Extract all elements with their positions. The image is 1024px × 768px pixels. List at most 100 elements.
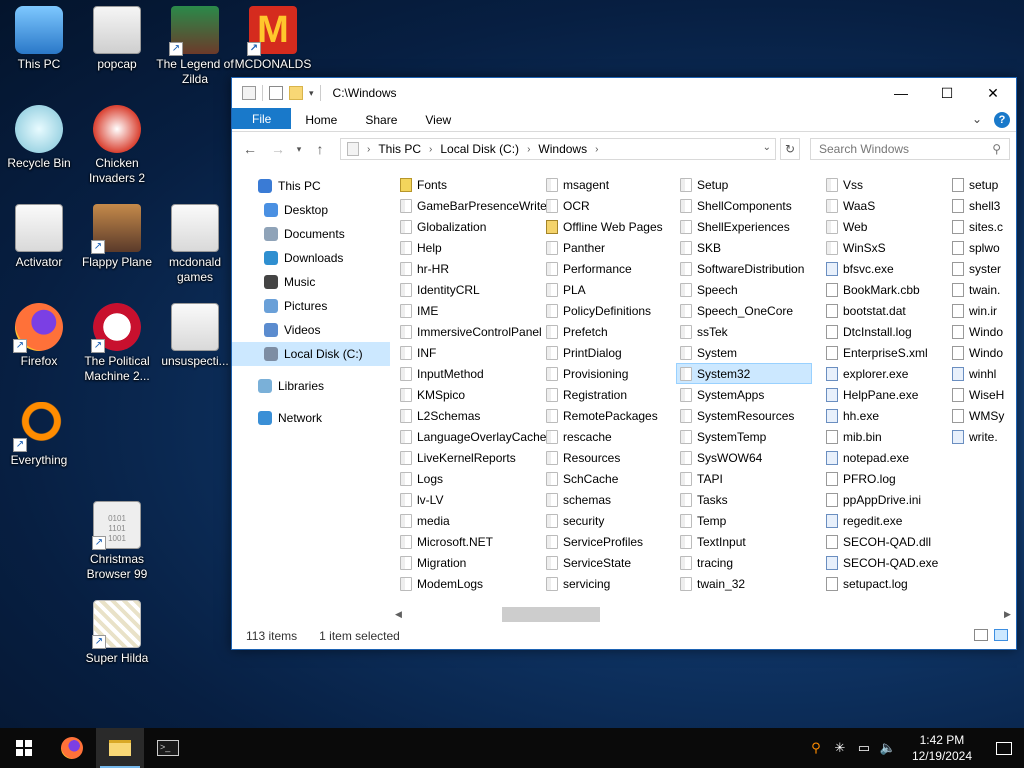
large-icons-view-icon[interactable] (994, 629, 1008, 641)
nav-item-network[interactable]: Network (232, 406, 390, 430)
chevron-right-icon[interactable]: › (527, 144, 530, 155)
file-item[interactable]: winhl (950, 363, 1010, 384)
nav-item-videos[interactable]: Videos (232, 318, 390, 342)
file-item[interactable]: twain. (950, 279, 1010, 300)
file-item[interactable]: hh.exe (824, 405, 950, 426)
folder-item[interactable]: Provisioning (544, 363, 678, 384)
folder-item[interactable]: System32 (676, 363, 812, 384)
scroll-track[interactable] (407, 607, 999, 622)
nav-item-downloads[interactable]: Downloads (232, 246, 390, 270)
maximize-button[interactable]: ☐ (924, 78, 970, 108)
file-item[interactable]: WMSy (950, 405, 1010, 426)
file-item[interactable]: write. (950, 426, 1010, 447)
desktop-icon-super-hilda[interactable]: ↗ Super Hilda (78, 600, 156, 666)
folder-item[interactable]: System (678, 342, 824, 363)
scroll-right-icon[interactable]: ▶ (999, 609, 1016, 620)
forward-button[interactable]: → (266, 137, 290, 161)
title-bar[interactable]: ▾ C:\Windows — ☐ ✕ (232, 78, 1016, 108)
file-item[interactable]: BookMark.cbb (824, 279, 950, 300)
folder-item[interactable]: PLA (544, 279, 678, 300)
desktop-icon-legend-of-zilda[interactable]: ↗ The Legend of Zilda (156, 6, 234, 87)
folder-item[interactable]: SKB (678, 237, 824, 258)
file-item[interactable]: setup (950, 174, 1010, 195)
up-button[interactable]: ↑ (308, 137, 332, 161)
file-item[interactable]: Fonts (398, 174, 544, 195)
folder-item[interactable]: IdentityCRL (398, 279, 544, 300)
notifications-button[interactable] (984, 741, 1024, 755)
properties-icon[interactable] (269, 86, 283, 100)
file-item[interactable]: EnterpriseS.xml (824, 342, 950, 363)
folder-item[interactable]: ShellComponents (678, 195, 824, 216)
folder-item[interactable]: hr-HR (398, 258, 544, 279)
folder-item[interactable]: WinSxS (824, 237, 950, 258)
file-item[interactable]: notepad.exe (824, 447, 950, 468)
breadcrumb-this-pc[interactable]: This PC (378, 142, 421, 156)
folder-item[interactable]: Speech (678, 279, 824, 300)
folder-item[interactable]: Resources (544, 447, 678, 468)
desktop-icon-popcap[interactable]: popcap (78, 6, 156, 72)
folder-item[interactable]: ShellExperiences (678, 216, 824, 237)
desktop-icon-flappy-plane[interactable]: ↗ Flappy Plane (78, 204, 156, 270)
search-input[interactable]: Search Windows ⚲ (810, 138, 1010, 160)
folder-item[interactable]: LanguageOverlayCache (398, 426, 546, 447)
nav-item-pictures[interactable]: Pictures (232, 294, 390, 318)
folder-item[interactable]: ServiceProfiles (544, 531, 678, 552)
desktop-icon-this-pc[interactable]: This PC (0, 6, 78, 72)
chevron-right-icon[interactable]: › (595, 144, 598, 155)
file-item[interactable]: WiseH (950, 384, 1010, 405)
volume-muted-icon[interactable]: 🔈 (876, 740, 900, 756)
file-item[interactable]: splwo (950, 237, 1010, 258)
folder-item[interactable]: ModemLogs (398, 573, 544, 594)
desktop-icon-christmas-browser[interactable]: 0101 1101 1001 ↗ Christmas Browser 99 (78, 501, 156, 582)
folder-item[interactable]: tracing (678, 552, 824, 573)
file-item[interactable]: sites.c (950, 216, 1010, 237)
folder-item[interactable]: KMSpico (398, 384, 544, 405)
folder-item[interactable]: WaaS (824, 195, 950, 216)
folder-item[interactable]: SysWOW64 (678, 447, 824, 468)
folder-item[interactable]: rescache (544, 426, 678, 447)
desktop-icon-mcdonald-games[interactable]: mcdonald games (156, 204, 234, 285)
scroll-thumb[interactable] (502, 607, 600, 622)
file-item[interactable]: explorer.exe (824, 363, 950, 384)
folder-item[interactable]: Microsoft.NET (398, 531, 544, 552)
minimize-button[interactable]: — (878, 78, 924, 108)
nav-item-libraries[interactable]: Libraries (232, 374, 390, 398)
file-item[interactable]: PFRO.log (824, 468, 950, 489)
scroll-left-icon[interactable]: ◀ (390, 609, 407, 620)
folder-item[interactable]: Logs (398, 468, 544, 489)
folder-item[interactable]: Globalization (398, 216, 544, 237)
folder-item[interactable]: ServiceState (544, 552, 678, 573)
folder-item[interactable]: GameBarPresenceWriter (398, 195, 551, 216)
file-item[interactable]: syster (950, 258, 1010, 279)
desktop-icon-mcdonalds[interactable]: M↗ MCDONALDS TRIPLE (234, 6, 312, 72)
desktop-icon-chicken-invaders[interactable]: Chicken Invaders 2 (78, 105, 156, 186)
folder-item[interactable]: SystemResources (678, 405, 824, 426)
breadcrumb-local-disk[interactable]: Local Disk (C:) (440, 142, 519, 156)
nav-item-music[interactable]: Music (232, 270, 390, 294)
tab-file[interactable]: File (232, 108, 292, 129)
file-item[interactable]: Windo (950, 342, 1010, 363)
file-item[interactable]: SECOH-QAD.dll (824, 531, 950, 552)
help-icon[interactable]: ? (994, 112, 1010, 128)
horizontal-scrollbar[interactable]: ◀ ▶ (390, 606, 1016, 623)
file-item[interactable]: Offline Web Pages (544, 216, 678, 237)
close-button[interactable]: ✕ (970, 78, 1016, 108)
file-item[interactable]: bfsvc.exe (824, 258, 950, 279)
taskbar-firefox[interactable] (48, 728, 96, 768)
customize-dropdown-icon[interactable]: ▾ (309, 88, 314, 99)
tab-view[interactable]: View (411, 108, 465, 131)
folder-item[interactable]: Migration (398, 552, 544, 573)
file-item[interactable]: Windo (950, 321, 1010, 342)
file-item[interactable]: regedit.exe (824, 510, 950, 531)
chevron-right-icon[interactable]: › (367, 144, 370, 155)
folder-item[interactable]: Registration (544, 384, 678, 405)
folder-item[interactable]: Panther (544, 237, 678, 258)
folder-item[interactable]: Vss (824, 174, 950, 195)
desktop-icon-activator[interactable]: Activator (0, 204, 78, 270)
new-folder-icon[interactable] (289, 86, 303, 100)
nav-item-documents[interactable]: Documents (232, 222, 390, 246)
file-item[interactable]: ppAppDrive.ini (824, 489, 950, 510)
folder-item[interactable]: Setup (678, 174, 824, 195)
file-item[interactable]: SECOH-QAD.exe (824, 552, 950, 573)
nav-item-desktop[interactable]: Desktop (232, 198, 390, 222)
